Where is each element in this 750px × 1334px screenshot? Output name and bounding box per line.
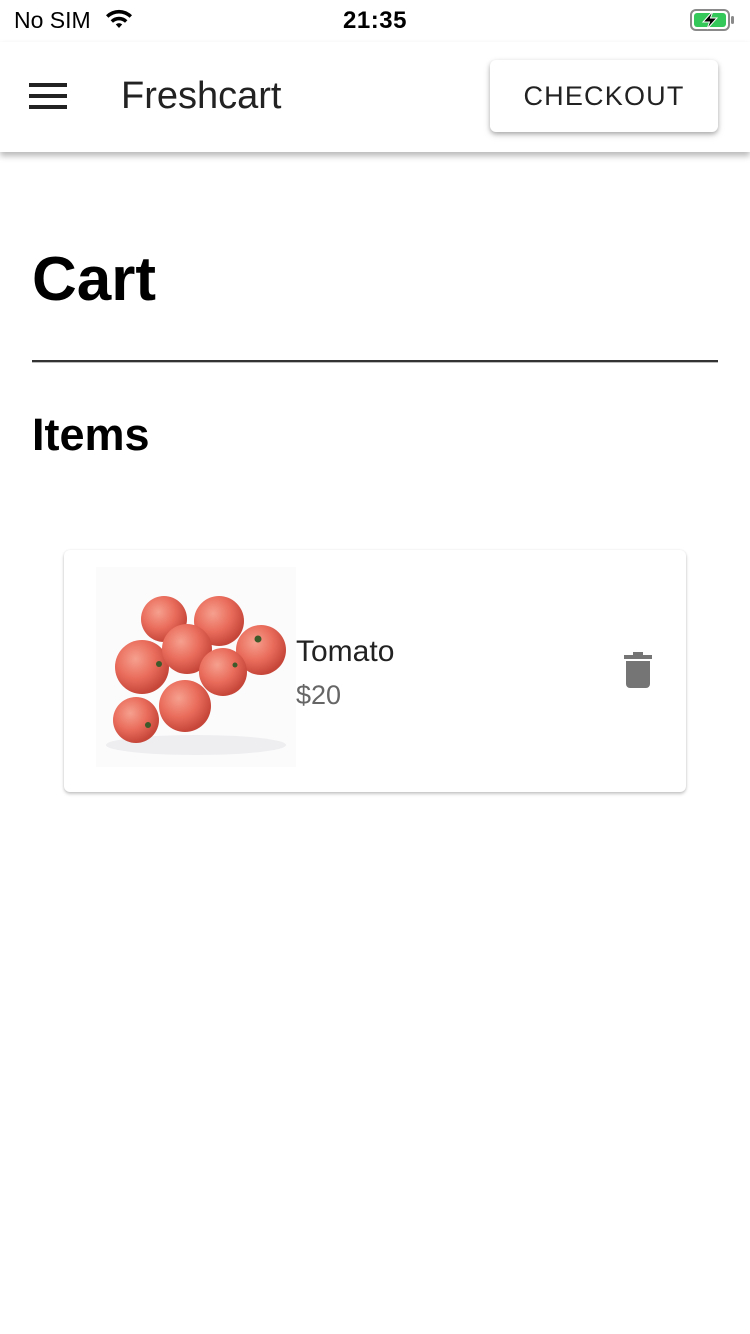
menu-button[interactable] (22, 72, 74, 120)
checkout-button[interactable]: CHECKOUT (490, 60, 718, 132)
cart-item-card: Tomato $20 (64, 550, 686, 792)
clock-time: 21:35 (343, 7, 407, 34)
battery-charging-icon (690, 9, 734, 31)
delete-item-button[interactable] (620, 650, 656, 690)
status-bar: No SIM 21:35 (0, 0, 750, 42)
page-title: Cart (32, 245, 157, 314)
app-bar: Freshcart CHECKOUT (0, 42, 750, 152)
tomato-image (96, 567, 296, 767)
divider (32, 360, 718, 363)
app-title: Freshcart (121, 75, 282, 117)
trash-icon (624, 652, 652, 688)
section-title: Items (32, 409, 150, 460)
hamburger-menu-icon (29, 83, 67, 109)
item-name: Tomato (296, 635, 395, 668)
item-price: $20 (296, 680, 342, 710)
